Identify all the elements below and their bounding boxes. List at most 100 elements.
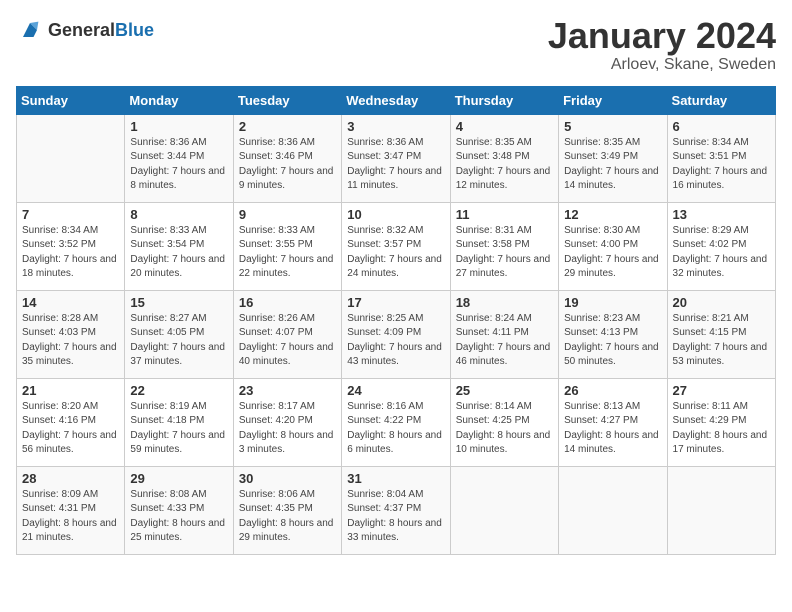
- day-number: 13: [673, 207, 770, 222]
- day-info: Sunrise: 8:35 AMSunset: 3:49 PMDaylight:…: [564, 136, 661, 194]
- logo-icon: [16, 16, 44, 44]
- day-info: Sunrise: 8:29 AMSunset: 4:02 PMDaylight:…: [673, 224, 770, 282]
- day-info: Sunrise: 8:11 AMSunset: 4:29 PMDaylight:…: [673, 400, 770, 458]
- day-info: Sunrise: 8:20 AMSunset: 4:16 PMDaylight:…: [22, 400, 119, 458]
- day-number: 4: [456, 119, 553, 134]
- day-number: 1: [130, 119, 227, 134]
- calendar-day-cell: [667, 466, 775, 554]
- calendar-day-cell: 26 Sunrise: 8:13 AMSunset: 4:27 PMDayligh…: [559, 378, 667, 466]
- day-number: 22: [130, 383, 227, 398]
- day-of-week-header: Saturday: [667, 86, 775, 114]
- day-number: 10: [347, 207, 444, 222]
- day-info: Sunrise: 8:33 AMSunset: 3:54 PMDaylight:…: [130, 224, 227, 282]
- calendar-day-cell: 29 Sunrise: 8:08 AMSunset: 4:33 PMDayligh…: [125, 466, 233, 554]
- day-number: 26: [564, 383, 661, 398]
- day-of-week-header: Sunday: [17, 86, 125, 114]
- calendar-day-cell: 20 Sunrise: 8:21 AMSunset: 4:15 PMDayligh…: [667, 290, 775, 378]
- calendar-week-row: 21Sunrise: 8:20 AMSunset: 4:16 PMDayligh…: [17, 378, 776, 466]
- calendar-day-cell: 21Sunrise: 8:20 AMSunset: 4:16 PMDayligh…: [17, 378, 125, 466]
- calendar-day-cell: 7 Sunrise: 8:34 AMSunset: 3:52 PMDaylight…: [17, 202, 125, 290]
- day-number: 24: [347, 383, 444, 398]
- calendar-title: January 2024: [548, 16, 776, 56]
- day-info: Sunrise: 8:04 AMSunset: 4:37 PMDaylight:…: [347, 488, 444, 546]
- day-info: Sunrise: 8:09 AMSunset: 4:31 PMDaylight:…: [22, 488, 119, 546]
- calendar-day-cell: 28 Sunrise: 8:09 AMSunset: 4:31 PMDayligh…: [17, 466, 125, 554]
- day-number: 6: [673, 119, 770, 134]
- day-number: 30: [239, 471, 336, 486]
- calendar-day-cell: 11 Sunrise: 8:31 AMSunset: 3:58 PMDayligh…: [450, 202, 558, 290]
- day-number: 19: [564, 295, 661, 310]
- day-info: Sunrise: 8:19 AMSunset: 4:18 PMDaylight:…: [130, 400, 227, 458]
- calendar-day-cell: [17, 114, 125, 202]
- calendar-day-cell: [559, 466, 667, 554]
- day-number: 3: [347, 119, 444, 134]
- page-header: GeneralBlue January 2024 Arloev, Skane, …: [16, 16, 776, 74]
- day-info: Sunrise: 8:34 AMSunset: 3:52 PMDaylight:…: [22, 224, 119, 282]
- day-number: 29: [130, 471, 227, 486]
- calendar-day-cell: 13 Sunrise: 8:29 AMSunset: 4:02 PMDayligh…: [667, 202, 775, 290]
- logo: GeneralBlue: [16, 16, 154, 44]
- logo-blue: Blue: [115, 20, 154, 40]
- calendar-day-cell: 6Sunrise: 8:34 AMSunset: 3:51 PMDaylight…: [667, 114, 775, 202]
- day-info: Sunrise: 8:08 AMSunset: 4:33 PMDaylight:…: [130, 488, 227, 546]
- day-number: 8: [130, 207, 227, 222]
- calendar-day-cell: 22 Sunrise: 8:19 AMSunset: 4:18 PMDayligh…: [125, 378, 233, 466]
- calendar-day-cell: 2 Sunrise: 8:36 AMSunset: 3:46 PMDaylight…: [233, 114, 341, 202]
- day-info: Sunrise: 8:33 AMSunset: 3:55 PMDaylight:…: [239, 224, 336, 282]
- day-number: 12: [564, 207, 661, 222]
- day-info: Sunrise: 8:31 AMSunset: 3:58 PMDaylight:…: [456, 224, 553, 282]
- day-info: Sunrise: 8:16 AMSunset: 4:22 PMDaylight:…: [347, 400, 444, 458]
- day-number: 16: [239, 295, 336, 310]
- day-info: Sunrise: 8:21 AMSunset: 4:15 PMDaylight:…: [673, 312, 770, 370]
- day-info: Sunrise: 8:28 AMSunset: 4:03 PMDaylight:…: [22, 312, 119, 370]
- calendar-day-cell: 18 Sunrise: 8:24 AMSunset: 4:11 PMDayligh…: [450, 290, 558, 378]
- day-number: 27: [673, 383, 770, 398]
- calendar-day-cell: 12 Sunrise: 8:30 AMSunset: 4:00 PMDayligh…: [559, 202, 667, 290]
- day-number: 25: [456, 383, 553, 398]
- day-info: Sunrise: 8:06 AMSunset: 4:35 PMDaylight:…: [239, 488, 336, 546]
- calendar-day-cell: 31Sunrise: 8:04 AMSunset: 4:37 PMDayligh…: [342, 466, 450, 554]
- day-info: Sunrise: 8:36 AMSunset: 3:47 PMDaylight:…: [347, 136, 444, 194]
- day-number: 2: [239, 119, 336, 134]
- day-info: Sunrise: 8:24 AMSunset: 4:11 PMDaylight:…: [456, 312, 553, 370]
- calendar-day-cell: 16 Sunrise: 8:26 AMSunset: 4:07 PMDayligh…: [233, 290, 341, 378]
- calendar-day-cell: 9 Sunrise: 8:33 AMSunset: 3:55 PMDaylight…: [233, 202, 341, 290]
- day-of-week-header: Tuesday: [233, 86, 341, 114]
- calendar-day-cell: 30 Sunrise: 8:06 AMSunset: 4:35 PMDayligh…: [233, 466, 341, 554]
- day-info: Sunrise: 8:30 AMSunset: 4:00 PMDaylight:…: [564, 224, 661, 282]
- day-info: Sunrise: 8:36 AMSunset: 3:46 PMDaylight:…: [239, 136, 336, 194]
- day-of-week-header: Thursday: [450, 86, 558, 114]
- calendar-week-row: 1 Sunrise: 8:36 AMSunset: 3:44 PMDaylight…: [17, 114, 776, 202]
- day-number: 28: [22, 471, 119, 486]
- calendar-day-cell: 10 Sunrise: 8:32 AMSunset: 3:57 PMDayligh…: [342, 202, 450, 290]
- calendar-week-row: 7 Sunrise: 8:34 AMSunset: 3:52 PMDaylight…: [17, 202, 776, 290]
- calendar-day-cell: 3 Sunrise: 8:36 AMSunset: 3:47 PMDaylight…: [342, 114, 450, 202]
- day-number: 11: [456, 207, 553, 222]
- calendar-day-cell: 17Sunrise: 8:25 AMSunset: 4:09 PMDayligh…: [342, 290, 450, 378]
- day-info: Sunrise: 8:36 AMSunset: 3:44 PMDaylight:…: [130, 136, 227, 194]
- calendar-day-cell: 8 Sunrise: 8:33 AMSunset: 3:54 PMDaylight…: [125, 202, 233, 290]
- day-info: Sunrise: 8:26 AMSunset: 4:07 PMDaylight:…: [239, 312, 336, 370]
- day-number: 20: [673, 295, 770, 310]
- calendar-day-cell: 27 Sunrise: 8:11 AMSunset: 4:29 PMDayligh…: [667, 378, 775, 466]
- day-number: 15: [130, 295, 227, 310]
- day-number: 5: [564, 119, 661, 134]
- day-info: Sunrise: 8:13 AMSunset: 4:27 PMDaylight:…: [564, 400, 661, 458]
- day-info: Sunrise: 8:17 AMSunset: 4:20 PMDaylight:…: [239, 400, 336, 458]
- day-number: 17: [347, 295, 444, 310]
- day-info: Sunrise: 8:32 AMSunset: 3:57 PMDaylight:…: [347, 224, 444, 282]
- calendar-day-cell: 25 Sunrise: 8:14 AMSunset: 4:25 PMDayligh…: [450, 378, 558, 466]
- day-info: Sunrise: 8:23 AMSunset: 4:13 PMDaylight:…: [564, 312, 661, 370]
- day-info: Sunrise: 8:27 AMSunset: 4:05 PMDaylight:…: [130, 312, 227, 370]
- day-number: 7: [22, 207, 119, 222]
- day-number: 9: [239, 207, 336, 222]
- day-number: 18: [456, 295, 553, 310]
- day-number: 23: [239, 383, 336, 398]
- day-info: Sunrise: 8:14 AMSunset: 4:25 PMDaylight:…: [456, 400, 553, 458]
- calendar-week-row: 28 Sunrise: 8:09 AMSunset: 4:31 PMDayligh…: [17, 466, 776, 554]
- calendar-day-cell: [450, 466, 558, 554]
- calendar-day-cell: 5 Sunrise: 8:35 AMSunset: 3:49 PMDaylight…: [559, 114, 667, 202]
- logo-general: General: [48, 20, 115, 40]
- calendar-day-cell: 24 Sunrise: 8:16 AMSunset: 4:22 PMDayligh…: [342, 378, 450, 466]
- day-of-week-header: Monday: [125, 86, 233, 114]
